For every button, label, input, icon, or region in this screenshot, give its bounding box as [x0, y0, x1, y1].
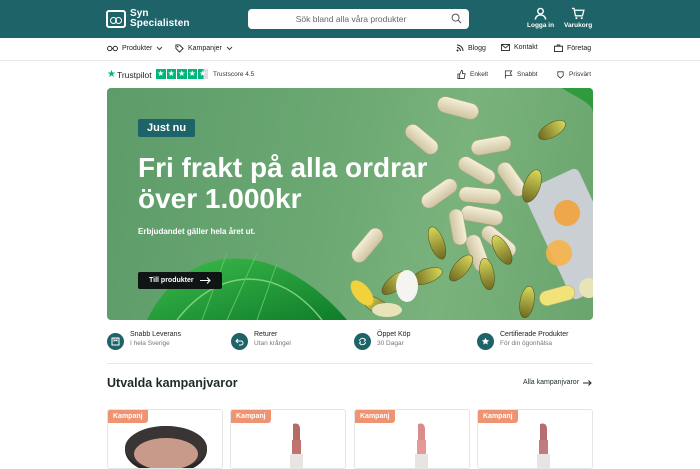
trust-usp-fast: Snabbt — [504, 70, 538, 79]
piggy-bank-icon — [557, 71, 564, 79]
hero-title: Fri frakt på alla ordrar över 1.000kr — [138, 152, 428, 214]
trustpilot-name: Trustpilot — [116, 69, 152, 80]
usp-row: Snabb Leverans I hela Sverige Returer Utan… — [107, 331, 593, 357]
briefcase-icon — [554, 44, 563, 52]
glasses-icon — [107, 45, 118, 52]
hero-cta-button[interactable]: Till produkter — [138, 272, 222, 289]
nav-campaigns[interactable]: Kampanjer — [175, 44, 237, 53]
product-card[interactable]: Kampanj — [230, 409, 346, 469]
usp-subtitle: För din ögonhälsa — [500, 340, 553, 347]
trustpilot-logo[interactable]: ★ Trustpilot — [107, 69, 152, 80]
cart-label: Varukorg — [564, 22, 593, 29]
cart-button[interactable]: Varukorg — [564, 7, 592, 29]
campaign-section-title: Utvalda kampanjvaror — [107, 376, 238, 390]
star-icon: ★ — [156, 69, 166, 79]
logo-line-2: Specialisten — [130, 18, 190, 29]
product-card[interactable]: Kampanj — [107, 409, 223, 469]
nav-business[interactable]: Företag — [554, 44, 591, 52]
chevron-down-icon — [226, 46, 233, 51]
logo-text: Syn Specialisten — [130, 9, 190, 29]
thumbs-up-icon — [457, 70, 466, 79]
all-campaigns-link[interactable]: Alla kampanjvaror — [523, 379, 592, 386]
flag-icon — [504, 70, 513, 79]
rss-icon — [456, 44, 464, 52]
trustscore-text: Trustscore 4.5 — [213, 71, 255, 78]
usp-fast-delivery: Snabb Leverans I hela Sverige — [107, 331, 181, 350]
site-logo[interactable]: Syn Specialisten — [106, 9, 190, 29]
usp-open-purchase: Öppet Köp 30 Dagar — [354, 331, 410, 350]
star-icon: ★ — [187, 69, 197, 79]
search-bar — [248, 9, 469, 29]
campaign-badge: Kampanj — [355, 410, 395, 423]
search-input[interactable] — [248, 10, 444, 28]
star-half-icon: ★ — [198, 69, 208, 79]
top-header: Syn Specialisten Logga in Varukorg — [0, 0, 700, 38]
nav-contact[interactable]: Kontakt — [501, 44, 538, 51]
user-icon — [534, 7, 547, 20]
trust-usp-label: Prisvärt — [569, 71, 592, 78]
login-button[interactable]: Logga in — [527, 7, 554, 29]
usp-subtitle: I hela Sverige — [130, 340, 170, 347]
tag-icon — [175, 44, 184, 53]
trustpilot-star-icon: ★ — [107, 69, 116, 80]
usp-title: Öppet Köp — [377, 331, 411, 338]
nav-products-label: Produkter — [122, 44, 153, 52]
usp-title: Snabb Leverans — [130, 331, 181, 338]
login-label: Logga in — [527, 22, 555, 29]
trust-usp-label: Snabbt — [517, 71, 538, 78]
trust-bar: ★ Trustpilot ★ ★ ★ ★ ★ Trustscore 4.5 En… — [0, 62, 700, 86]
nav-business-label: Företag — [567, 44, 592, 52]
chevron-down-icon — [157, 46, 163, 50]
nav-blog[interactable]: Blogg — [456, 44, 486, 52]
box-icon — [107, 333, 124, 350]
nav-blog-label: Blogg — [468, 44, 486, 52]
mail-icon — [501, 44, 510, 51]
glasses-logo-icon — [106, 10, 126, 28]
usp-title: Certifierade Produkter — [500, 331, 569, 338]
usp-returns: Returer Utan krångel — [231, 331, 291, 350]
search-icon[interactable] — [451, 13, 462, 24]
refresh-icon — [354, 333, 371, 350]
campaign-badge: Kampanj — [231, 410, 271, 423]
product-card[interactable]: Kampanj — [354, 409, 470, 469]
nav-campaigns-label: Kampanjer — [188, 45, 222, 52]
cart-icon — [572, 7, 585, 20]
usp-subtitle: 30 Dagar — [377, 340, 404, 347]
all-campaigns-label: Alla kampanjvaror — [523, 379, 580, 386]
arrow-right-icon — [583, 379, 592, 386]
trustpilot-rating-stars: ★ ★ ★ ★ ★ — [156, 69, 209, 79]
product-card[interactable]: Kampanj — [477, 409, 593, 469]
hero-banner[interactable]: Just nu Fri frakt på alla ordrar över 1.… — [107, 88, 593, 320]
star-icon: ★ — [177, 69, 187, 79]
hero-badge: Just nu — [138, 119, 196, 137]
trust-usp-simple: Enkelt — [457, 70, 488, 79]
nav-products[interactable]: Produkter — [107, 44, 167, 52]
star-icon: ★ — [166, 69, 176, 79]
arrow-right-icon — [199, 277, 211, 284]
star-badge-icon — [477, 333, 494, 350]
secondary-nav: Produkter Kampanjer Blogg Kontakt Företa… — [0, 38, 700, 61]
return-icon — [231, 333, 248, 350]
usp-subtitle: Utan krångel — [254, 340, 291, 347]
trust-usp-affordable: Prisvärt — [556, 70, 591, 79]
hero-cta-label: Till produkter — [149, 277, 194, 284]
trust-usp-label: Enkelt — [470, 71, 489, 78]
usp-certified: Certifierade Produkter För din ögonhälsa — [477, 331, 568, 350]
campaign-badge: Kampanj — [478, 410, 518, 423]
nav-contact-label: Kontakt — [514, 44, 538, 51]
section-divider — [107, 363, 593, 364]
usp-title: Returer — [254, 331, 278, 338]
hero-subtitle: Erbjudandet gäller hela året ut. — [138, 227, 256, 236]
campaign-badge: Kampanj — [108, 410, 148, 423]
